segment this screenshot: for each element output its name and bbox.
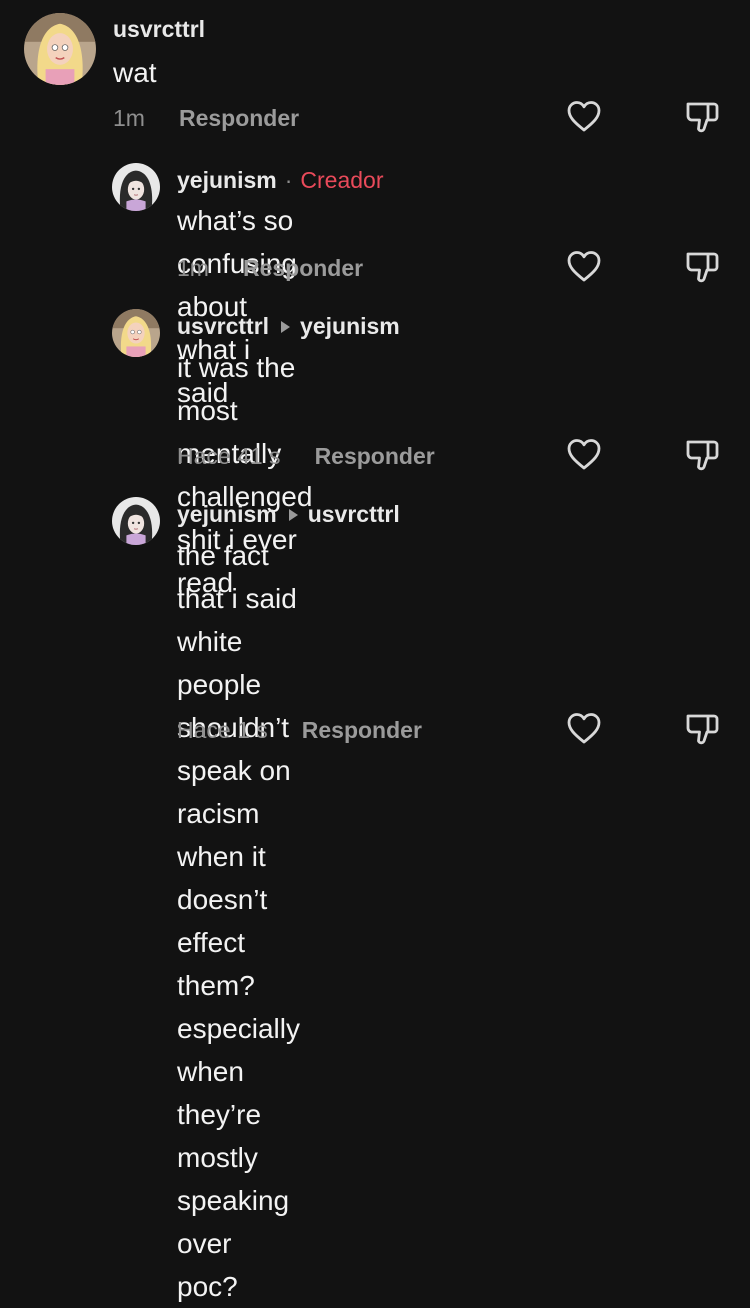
triangle-right-icon: [288, 508, 298, 521]
reply-target-username[interactable]: usvrcttrl: [308, 501, 400, 528]
username-text[interactable]: usvrcttrl: [177, 313, 269, 340]
reply-target-username[interactable]: yejunism: [300, 313, 400, 340]
heart-icon[interactable]: [566, 99, 602, 135]
comment-username[interactable]: yejunism · Creador: [177, 167, 384, 194]
avatar[interactable]: [24, 13, 96, 85]
comment-body: wat: [113, 57, 157, 88]
comment-timestamp: 1m: [177, 255, 209, 281]
heart-icon[interactable]: [566, 249, 602, 285]
comment-timestamp: Hace 1 s: [177, 717, 268, 743]
triangle-right-icon: [281, 320, 291, 333]
comment-timestamp: Hace 41 s: [177, 443, 281, 469]
thumbs-down-icon[interactable]: [684, 249, 720, 285]
username-text[interactable]: yejunism: [177, 501, 277, 528]
comment-meta: Hace 41 s Responder: [177, 443, 435, 470]
comment-timestamp: 1m: [113, 105, 145, 131]
comment-meta: 1m Responder: [177, 255, 363, 282]
comment-meta: Hace 1 s Responder: [177, 717, 422, 744]
username-text[interactable]: yejunism: [177, 167, 277, 194]
heart-icon[interactable]: [566, 711, 602, 747]
avatar[interactable]: [112, 163, 160, 211]
avatar[interactable]: [112, 497, 160, 545]
heart-icon[interactable]: [566, 437, 602, 473]
comment-line: the fact that i said white people: [177, 540, 297, 700]
thumbs-down-icon[interactable]: [684, 437, 720, 473]
comment-username[interactable]: usvrcttrl yejunism: [177, 313, 400, 340]
thumbs-down-icon[interactable]: [684, 99, 720, 135]
separator-dot: ·: [284, 167, 293, 193]
reply-button[interactable]: Responder: [179, 105, 299, 132]
reply-button[interactable]: Responder: [243, 255, 363, 282]
comment-text: the fact that i said white people should…: [177, 534, 300, 1308]
comment-line: doesn’t effect them? especially when: [177, 884, 300, 1087]
comment-line: it was the most mentally challenged: [177, 352, 313, 512]
comment-username[interactable]: usvrcttrl: [113, 16, 205, 43]
username-text[interactable]: usvrcttrl: [113, 16, 205, 43]
comment-username[interactable]: yejunism usvrcttrl: [177, 501, 400, 528]
avatar[interactable]: [112, 309, 160, 357]
comment-meta: 1m Responder: [113, 105, 299, 132]
comment-line: they’re mostly speaking over poc?: [177, 1099, 290, 1302]
thumbs-down-icon[interactable]: [684, 711, 720, 747]
creator-badge: Creador: [300, 167, 384, 193]
reply-button[interactable]: Responder: [315, 443, 435, 470]
comment-text: wat: [113, 51, 157, 94]
reply-button[interactable]: Responder: [302, 717, 422, 744]
